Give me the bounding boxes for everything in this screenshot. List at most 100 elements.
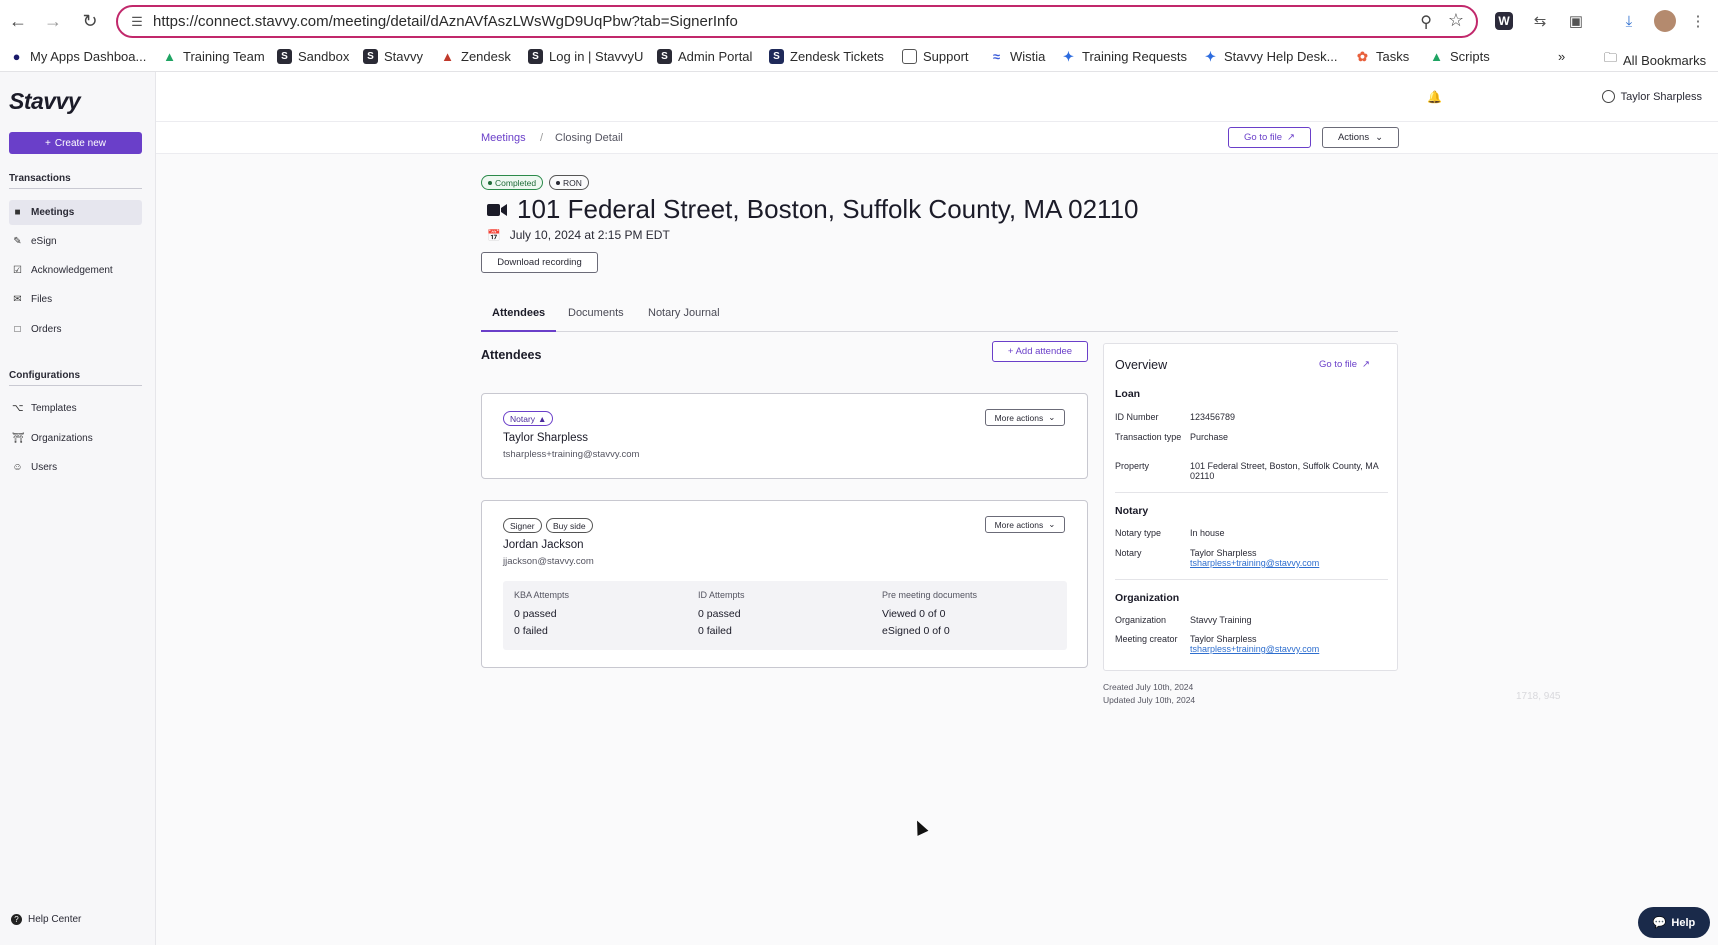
- bookmarks-overflow-icon[interactable]: »: [1558, 49, 1565, 64]
- go-to-file-button[interactable]: Go to file ↗: [1228, 127, 1311, 148]
- bookmark-item[interactable]: S Sandbox: [277, 49, 349, 64]
- bookmark-item[interactable]: ● My Apps Dashboa...: [9, 49, 147, 64]
- more-actions-button[interactable]: More actions ⌄: [985, 516, 1065, 533]
- add-attendee-button[interactable]: + Add attendee: [992, 341, 1088, 362]
- bookmark-item[interactable]: ✦ Training Requests: [1061, 49, 1187, 65]
- attendee-name: Taylor Sharpless: [503, 432, 589, 444]
- attendee-card-signer: Signer Buy side More actions ⌄ Jordan Ja…: [481, 500, 1088, 668]
- download-icon[interactable]: ⤓: [1618, 10, 1640, 32]
- stavvy-s-icon: S: [657, 49, 672, 64]
- bookmark-star-icon[interactable]: ☆: [1448, 10, 1464, 31]
- meeting-creator-email-link[interactable]: tsharpless+training@stavvy.com: [1190, 644, 1385, 655]
- folder-icon: 🗀: [1604, 50, 1618, 65]
- overview-go-to-file-link[interactable]: Go to file ↗: [1319, 359, 1370, 370]
- help-button[interactable]: 💬 Help: [1638, 907, 1710, 938]
- bookmark-item[interactable]: ▲ Zendesk: [440, 49, 511, 64]
- divider: [1115, 492, 1388, 493]
- reload-icon[interactable]: ↻: [78, 9, 102, 33]
- help-center-link[interactable]: ? Help Center: [11, 914, 81, 925]
- url-text[interactable]: https://connect.stavvy.com/meeting/detai…: [153, 13, 738, 30]
- bookmark-item[interactable]: ≈ Wistia: [989, 49, 1045, 64]
- extension-w-icon[interactable]: W: [1495, 12, 1513, 30]
- notary-role-badge: Notary ▲: [503, 411, 554, 426]
- bookmark-item[interactable]: Support: [902, 49, 969, 64]
- buy-side-badge: Buy side: [546, 518, 593, 533]
- folder-icon: [902, 49, 917, 64]
- notary-label: Notary: [1115, 548, 1142, 558]
- bookmark-item[interactable]: ✿ Tasks: [1355, 48, 1409, 65]
- stavvy-s-icon: S: [769, 49, 784, 64]
- sidebar-item-orders[interactable]: □ Orders: [9, 317, 142, 342]
- stavvy-s-icon: S: [277, 49, 292, 64]
- stavvy-s-icon: S: [363, 49, 378, 64]
- type-badge: RON: [549, 175, 589, 190]
- extension-sync-icon[interactable]: ⇆: [1529, 10, 1551, 32]
- meeting-creator-value: Taylor Sharpless tsharpless+training@sta…: [1190, 634, 1385, 655]
- address-bar[interactable]: ☰ https://connect.stavvy.com/meeting/det…: [116, 5, 1478, 38]
- sidebar: Stavvy + Create new Transactions ■ Meeti…: [0, 72, 156, 945]
- browser-toolbar: ← → ↻ ☰ https://connect.stavvy.com/meeti…: [0, 0, 1718, 42]
- stavvy-logo[interactable]: Stavvy: [9, 88, 81, 115]
- sidebar-item-esign[interactable]: ✎ eSign: [9, 229, 142, 254]
- template-icon: ⌥: [12, 403, 24, 414]
- sidebar-item-files[interactable]: ✉ Files: [9, 287, 142, 312]
- bookmark-item[interactable]: S Admin Portal: [657, 49, 752, 64]
- bookmark-item[interactable]: S Stavvy: [363, 49, 423, 64]
- chat-bubble-icon: 💬: [1652, 917, 1667, 929]
- organization-value: Stavvy Training: [1190, 615, 1252, 625]
- actions-button[interactable]: Actions ⌄: [1322, 127, 1399, 148]
- tab-attendees[interactable]: Attendees: [481, 307, 557, 332]
- create-new-button[interactable]: + Create new: [9, 132, 142, 154]
- esign-icon: ✎: [13, 236, 22, 247]
- user-icon: [1601, 90, 1615, 103]
- notification-bell-icon[interactable]: 🔔: [1427, 90, 1442, 104]
- breadcrumb-meetings[interactable]: Meetings: [481, 132, 526, 144]
- browser-menu-icon[interactable]: ⋮: [1687, 10, 1709, 32]
- profile-avatar[interactable]: [1654, 10, 1676, 32]
- bookmark-item[interactable]: ▲ Scripts: [1429, 49, 1490, 64]
- status-dot-icon: [488, 180, 492, 185]
- kba-attempts-stat: KBA Attempts 0 passed 0 failed: [514, 590, 570, 637]
- bookmark-item[interactable]: ▲ Training Team: [162, 49, 265, 64]
- mail-icon: ✉: [13, 294, 22, 305]
- zendesk-icon: ▲: [441, 49, 454, 64]
- site-settings-icon[interactable]: ☰: [128, 13, 146, 31]
- document-icon: □: [14, 324, 21, 335]
- attendee-email: jjackson@stavvy.com: [503, 556, 594, 567]
- notary-email-link[interactable]: tsharpless+training@stavvy.com: [1190, 558, 1385, 569]
- zoom-icon[interactable]: ⚲: [1420, 12, 1432, 32]
- id-number-value: 123456789: [1190, 412, 1236, 422]
- bookmark-item[interactable]: ✦ Stavvy Help Desk...: [1203, 49, 1337, 65]
- transactions-label: Transactions: [9, 173, 71, 184]
- sidebar-item-users[interactable]: ☺ Users: [9, 455, 142, 480]
- overview-title: Overview: [1115, 358, 1168, 372]
- attendee-stats: KBA Attempts 0 passed 0 failed ID Attemp…: [503, 581, 1067, 650]
- bookmark-item[interactable]: S Zendesk Tickets: [769, 49, 884, 64]
- divider: [1115, 579, 1388, 580]
- chevron-down-icon: ⌄: [1048, 519, 1056, 529]
- tab-documents[interactable]: Documents: [568, 307, 624, 332]
- extensions-puzzle-icon[interactable]: ▣: [1565, 10, 1587, 32]
- sidebar-item-meetings[interactable]: ■ Meetings: [9, 200, 142, 225]
- sidebar-item-acknowledgement[interactable]: ☑ Acknowledgement: [9, 258, 142, 283]
- back-icon[interactable]: ←: [6, 9, 30, 33]
- hubspot-icon: ✿: [1357, 48, 1368, 64]
- download-recording-button[interactable]: Download recording: [481, 252, 598, 273]
- id-attempts-stat: ID Attempts 0 passed 0 failed: [698, 590, 745, 637]
- sidebar-item-organizations[interactable]: ⛩ Organizations: [9, 426, 142, 451]
- breadcrumb-separator: /: [540, 132, 544, 144]
- video-icon: ■: [14, 207, 21, 218]
- user-menu[interactable]: Taylor Sharpless: [1601, 90, 1702, 103]
- all-bookmarks[interactable]: 🗀 All Bookmarks: [1604, 49, 1706, 71]
- sidebar-item-templates[interactable]: ⌥ Templates: [9, 396, 142, 421]
- plus-icon: +: [45, 137, 51, 149]
- more-actions-button[interactable]: More actions ⌄: [985, 409, 1065, 426]
- forward-icon[interactable]: →: [41, 9, 65, 33]
- tab-notary-journal[interactable]: Notary Journal: [648, 307, 720, 332]
- bookmark-item[interactable]: S Log in | StavvyU: [528, 49, 643, 64]
- bookmarks-bar: » 🗀 All Bookmarks ● My Apps Dashboa... ▲ Tr…: [0, 42, 1718, 72]
- id-number-label: ID Number: [1115, 412, 1159, 422]
- bank-icon: ⛩: [12, 433, 25, 444]
- property-label: Property: [1115, 461, 1150, 471]
- status-badge: Completed: [481, 175, 544, 190]
